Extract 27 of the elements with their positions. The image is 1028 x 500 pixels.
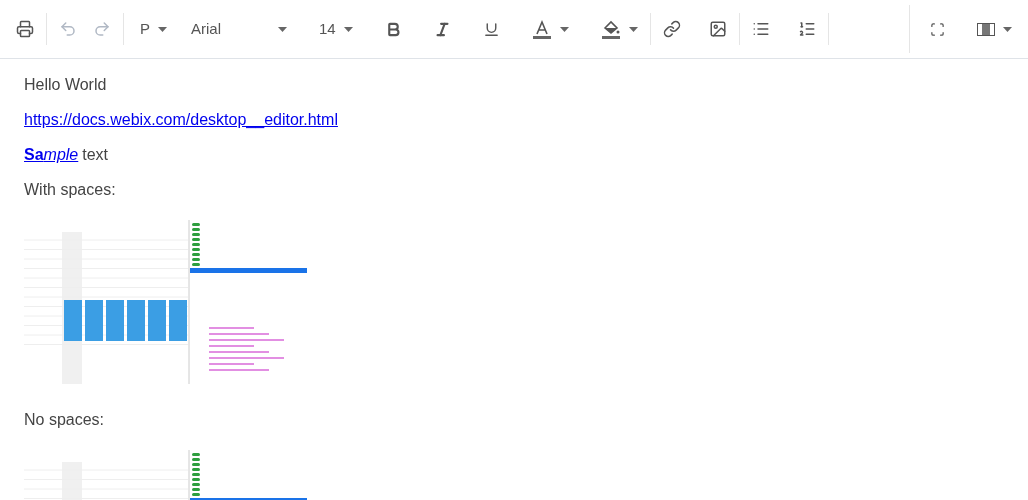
link-icon [662,20,681,38]
font-color-icon [531,19,552,39]
undo-icon [59,20,77,38]
paragraph-text: With spaces: [24,180,116,199]
fullscreen-icon [930,21,945,37]
layout-icon [977,22,995,36]
numbered-list-icon [797,20,816,38]
underline-icon [482,20,500,38]
caret-icon [559,26,569,32]
url-link[interactable]: https://docs.webix.com/desktop__editor.html [24,111,338,128]
paragraph-text: No spaces: [24,410,105,429]
redo-icon [93,20,111,38]
font-family-dropdown[interactable]: Arial [179,11,299,47]
block-format-dropdown[interactable]: P [128,11,179,47]
sample-link[interactable]: Sample [24,145,79,164]
caret-icon [628,26,638,32]
image-icon [708,20,727,38]
caret-icon [343,26,353,32]
bullet-list-icon [751,20,770,38]
paint-bucket-icon [600,19,621,39]
caret-icon [158,26,167,32]
print-icon [16,20,34,38]
paragraph-text: Hello World [24,75,107,94]
caret-icon [278,26,287,32]
sample-text: text [82,145,109,164]
caret-icon [1003,26,1012,32]
font-size-dropdown[interactable]: 14 [307,11,365,47]
